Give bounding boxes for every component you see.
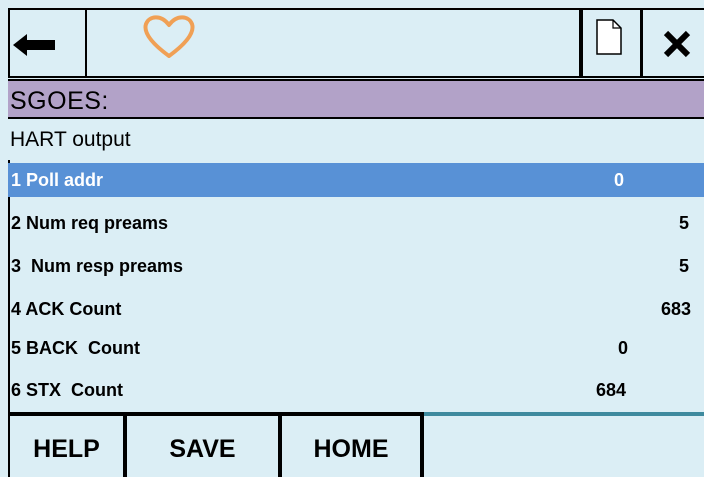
param-row-num-req-preams[interactable]: 2 Num req preams 5 [8,206,704,240]
param-value: 5 [678,256,689,276]
param-value: 684 [595,380,626,400]
back-button[interactable] [8,8,87,78]
device-screen: SGOES: HART output 1 Poll addr 0 2 Num r… [0,0,704,477]
accent-line [424,412,704,416]
param-row-stx-count[interactable]: 6 STX Count 684 [8,373,704,407]
param-value: 0 [613,170,624,190]
title-bar: SGOES: [8,79,704,119]
param-label: 4 ACK Count [11,299,122,319]
save-button[interactable]: SAVE [127,416,282,477]
param-row-poll-addr[interactable]: 1 Poll addr 0 [8,163,704,197]
param-label: 5 BACK Count [11,338,140,358]
param-label: 2 Num req preams [11,213,169,233]
heart-icon[interactable] [141,14,197,60]
param-label: 3 Num resp preams [11,256,184,276]
param-row-back-count[interactable]: 5 BACK Count 0 [8,331,704,365]
close-icon [663,30,691,58]
document-button[interactable] [579,8,642,78]
help-button[interactable]: HELP [8,416,127,477]
home-button[interactable]: HOME [282,416,424,477]
param-row-num-resp-preams[interactable]: 3 Num resp preams 5 [8,249,704,283]
param-value: 683 [660,299,691,319]
section-title: HART output [10,128,131,151]
param-label: 6 STX Count [11,380,123,400]
document-icon [596,19,622,55]
param-value: 0 [617,338,628,358]
param-value: 5 [678,213,689,233]
page-title: SGOES: [10,87,109,115]
favorite-area [86,8,581,78]
top-toolbar [0,0,704,79]
left-arrow-icon [13,34,55,56]
close-button[interactable] [641,8,704,78]
param-label: 1 Poll addr [11,170,104,190]
param-row-ack-count[interactable]: 4 ACK Count 683 [8,292,704,326]
